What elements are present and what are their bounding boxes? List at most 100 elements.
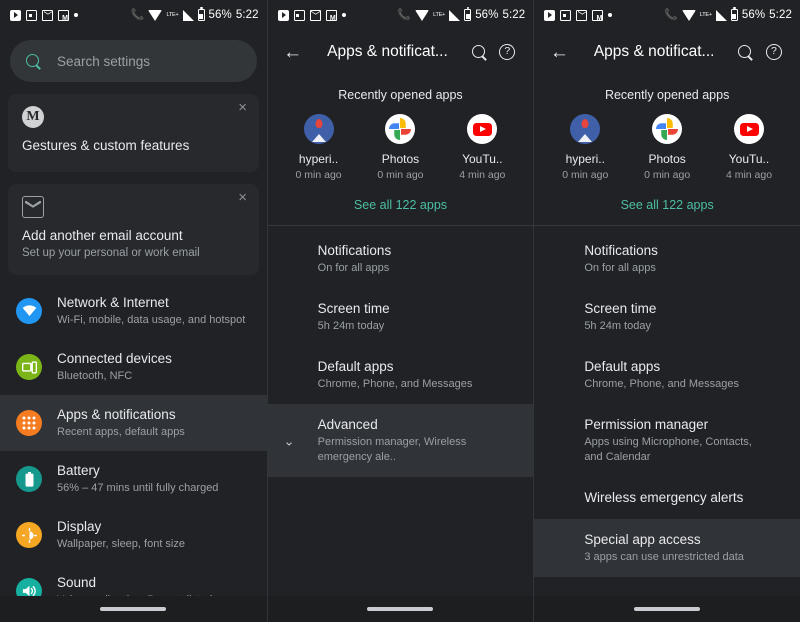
lte-plus-label: LTE+ [699,12,712,18]
search-button[interactable] [465,38,493,66]
google-photos-icon [652,114,683,144]
youtube-icon [277,9,289,21]
gesture-navbar[interactable] [534,596,800,622]
back-arrow-icon[interactable]: ← [546,39,572,65]
recently-opened-header: Recently opened apps [338,88,463,102]
sidebar-item-title: Sound [57,575,97,590]
card-icon [560,9,572,21]
row-default-apps[interactable]: Default apps Chrome, Phone, and Messages [268,346,534,404]
youtube-app-icon [734,114,764,144]
sidebar-item-apps-notifications[interactable]: Apps & notifications Recent apps, defaul… [0,395,267,451]
sidebar-item-subtitle: Recent apps, default apps [57,426,185,438]
app-name: YouTu.. [728,152,770,166]
see-all-apps-link[interactable]: See all 122 apps [534,198,800,212]
signal-icon [182,9,194,21]
sidebar-item-title: Battery [57,463,100,478]
row-wireless-emergency-alerts[interactable]: Wireless emergency alerts [534,477,800,519]
search-button[interactable] [732,38,760,66]
clock: 5:22 [769,9,792,21]
search-icon [26,53,41,69]
recent-app-youtube[interactable]: YouTu.. 4 min ago [445,114,519,182]
row-notifications[interactable]: Notifications On for all apps [534,230,800,288]
row-permission-manager[interactable]: Permission manager Apps using Microphone… [534,404,800,477]
recent-app-youtube[interactable]: YouTu.. 4 min ago [712,114,786,182]
app-name: Photos [381,152,420,166]
recently-opened-header: Recently opened apps [604,88,730,102]
help-icon: ? [499,44,516,60]
row-special-app-access[interactable]: Special app access 3 apps can use unrest… [534,519,800,577]
dot-icon [74,13,78,17]
row-subtitle: On for all apps [317,262,390,274]
settings-rows: Notifications On for all apps Screen tim… [267,230,534,477]
row-notifications[interactable]: Notifications On for all apps [268,230,534,288]
phone-lte-icon: 📞 [397,8,412,21]
settings-panel: 📞 LTE+ 56% 5:22 Search settings × Gestur… [0,0,267,622]
row-subtitle: Chrome, Phone, and Messages [317,378,473,390]
mail-alt-icon [325,9,337,22]
recent-app-photos[interactable]: Photos 0 min ago [630,114,704,182]
clock: 5:22 [502,9,526,21]
app-time: 0 min ago [644,169,691,181]
search-input[interactable]: Search settings [10,40,257,82]
phone-lte-icon: 📞 [130,8,145,21]
battery-icon [730,7,738,21]
row-title: Notifications [317,243,392,258]
hyperion-app-icon [303,114,334,144]
home-pill[interactable] [634,607,701,611]
row-subtitle: Apps using Microphone, Contacts, and Cal… [584,436,752,463]
help-button[interactable]: ? [493,38,521,66]
recent-app-photos[interactable]: Photos 0 min ago [363,114,437,182]
settings-list: Network & Internet Wi-Fi, mobile, data u… [0,283,267,622]
sidebar-item-battery[interactable]: Battery 56% – 47 mins until fully charge… [0,451,267,507]
battery-percent: 56% [475,9,499,21]
app-bar: ← Apps & notificat... ? [534,30,800,74]
row-title: Permission manager [584,417,709,432]
row-screen-time[interactable]: Screen time 5h 24m today [534,288,800,346]
gesture-navbar[interactable] [267,596,534,622]
signal-icon [715,9,727,21]
back-arrow-icon[interactable]: ← [280,39,306,65]
dot-icon [341,13,346,17]
notification-icons [276,9,346,22]
row-screen-time[interactable]: Screen time 5h 24m today [268,288,534,346]
sidebar-item-network-internet[interactable]: Network & Internet Wi-Fi, mobile, data u… [0,283,267,339]
search-icon [738,44,753,60]
page-title: Apps & notificat... [593,43,715,60]
youtube-icon [10,9,21,21]
row-default-apps[interactable]: Default apps Chrome, Phone, and Messages [534,346,800,404]
app-name: hyperi.. [565,152,605,166]
see-all-apps-link[interactable]: See all 122 apps [268,198,534,212]
battery-percent: 56% [208,9,232,21]
devices-icon [16,354,42,380]
search-placeholder: Search settings [57,53,151,69]
youtube-app-icon [467,114,498,144]
suggestion-card-email[interactable]: × Add another email account Set up your … [8,184,259,275]
suggestion-card-gestures[interactable]: × Gestures & custom features [8,94,259,172]
recent-app-hyperion[interactable]: hyperi.. 0 min ago [282,114,356,182]
card-icon [26,9,37,21]
row-subtitle: Permission manager, Wireless emergency a… [317,436,467,463]
close-icon[interactable]: × [236,100,250,115]
app-time: 0 min ago [377,169,424,181]
home-pill[interactable] [100,607,167,611]
gesture-navbar[interactable] [0,596,267,622]
app-time: 4 min ago [459,169,506,181]
mail-alt-icon [592,9,604,22]
home-pill[interactable] [367,607,434,611]
notification-icons [8,9,78,22]
settings-rows: Notifications On for all apps Screen tim… [534,230,800,577]
help-button[interactable]: ? [760,38,788,66]
system-status-icons: 📞 LTE+ 56% 5:22 [397,7,526,21]
recent-app-hyperion[interactable]: hyperi.. 0 min ago [548,114,622,182]
sidebar-item-connected-devices[interactable]: Connected devices Bluetooth, NFC [0,339,267,395]
sidebar-item-display[interactable]: Display Wallpaper, sleep, font size [0,507,267,563]
close-icon[interactable]: × [236,190,250,205]
chevron-down-icon: ⌄ [283,433,295,448]
sidebar-item-subtitle: Wallpaper, sleep, font size [57,538,185,550]
row-title: Screen time [317,301,390,316]
clock: 5:22 [235,9,259,21]
system-status-icons: 📞 LTE+ 56% 5:22 [664,7,792,21]
row-advanced[interactable]: ⌄ Advanced Permission manager, Wireless … [267,404,534,477]
sidebar-item-title: Connected devices [57,351,172,366]
battery-icon [464,7,472,21]
